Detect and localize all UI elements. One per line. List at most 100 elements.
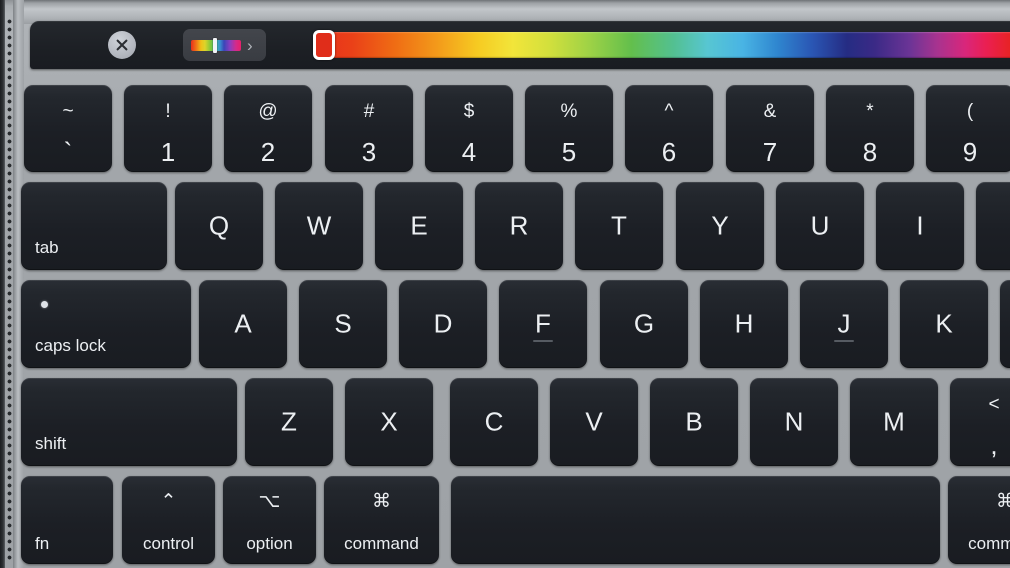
key-shift[interactable]: shift [21,378,237,466]
key-label: K [935,308,953,339]
key-label: 7 [762,137,778,167]
key-b[interactable]: B [650,378,738,466]
key-label: Z [281,406,297,437]
key-command-right[interactable]: ⌘ command [948,476,1010,564]
key-control[interactable]: ⌃ control [122,476,215,564]
key-j[interactable]: J [800,280,888,368]
key-label: T [611,210,627,241]
key-label: J [837,308,851,339]
key-tab[interactable]: tab [21,182,167,270]
key-shift-symbol: ^ [664,101,674,122]
key-label: 3 [361,137,377,167]
key-label: U [810,210,830,241]
key-7[interactable]: & 7 [726,85,814,172]
key-label: 5 [561,137,577,167]
key-f[interactable]: F [499,280,587,368]
key-label: 4 [461,137,477,167]
key-shift-symbol: % [560,101,578,122]
key-q[interactable]: Q [175,182,263,270]
key-d[interactable]: D [399,280,487,368]
key-4[interactable]: $4 [425,85,513,172]
key-label: 1 [160,137,176,167]
key-z[interactable]: Z [245,378,333,466]
key-9[interactable]: (9 [926,85,1010,172]
key-6[interactable]: ^ 6 [625,85,713,172]
key-1[interactable]: ! 1 [124,85,212,172]
key-option-left[interactable]: ⌥ option [223,476,316,564]
home-row-bump [834,340,854,342]
home-row-bump [533,340,553,342]
key-shift-symbol: ~ [62,101,74,122]
key-v[interactable]: V [550,378,638,466]
key-a[interactable]: A [199,280,287,368]
key-c[interactable]: C [450,378,538,466]
key-i[interactable]: I [876,182,964,270]
key-label: 9 [962,137,978,167]
key-shift-symbol: < [988,394,1000,415]
key-label: E [410,210,428,241]
key-label: V [585,406,603,437]
key-e[interactable]: E [375,182,463,270]
key-label: W [306,210,332,241]
key-label: 8 [862,137,878,167]
key-x[interactable]: X [345,378,433,466]
key-space[interactable] [451,476,940,564]
key-label: shift [35,434,67,453]
key-label: C [484,406,504,437]
key-8[interactable]: * 8 [826,85,914,172]
key-5[interactable]: % 5 [525,85,613,172]
key-comma[interactable]: <, [950,378,1010,466]
key-label: S [334,308,352,339]
key-y[interactable]: Y [676,182,764,270]
key-modifier-symbol: ⌥ [258,491,281,512]
key-modifier-symbol: ⌃ [160,491,177,512]
key-3[interactable]: #3 [325,85,413,172]
key-shift-symbol: * [866,101,874,122]
key-modifier-symbol: ⌘ [996,491,1010,512]
key-label: , [990,430,998,460]
key-label: X [380,406,398,437]
key-label: option [246,534,293,553]
caps-lock-indicator [41,301,48,308]
key-2[interactable]: @2 [224,85,312,172]
key-caps-lock[interactable]: caps lock [21,280,191,368]
key-t[interactable]: T [575,182,663,270]
key-h[interactable]: H [700,280,788,368]
key-k[interactable]: K [900,280,988,368]
key-label: N [784,406,804,437]
key-o[interactable]: O [976,182,1010,270]
key-label: 2 [260,137,276,167]
key-label: D [433,308,453,339]
key-label: R [509,210,529,241]
key-label: command [968,534,1010,553]
key-label: tab [35,238,59,257]
key-label: 6 [661,137,677,167]
key-label: Q [208,210,230,241]
key-fn[interactable]: fn [21,476,113,564]
key-l[interactable]: L [1000,280,1010,368]
key-shift-symbol: & [763,101,777,122]
key-grave[interactable]: ~ ` [24,85,112,172]
key-n[interactable]: N [750,378,838,466]
key-modifier-symbol: ⌘ [372,491,391,512]
key-shift-symbol: $ [463,101,475,122]
key-label: control [142,534,195,553]
key-u[interactable]: U [776,182,864,270]
key-g[interactable]: G [600,280,688,368]
key-shift-symbol: ( [966,101,974,122]
selected-color-swatch[interactable] [313,30,335,60]
key-w[interactable]: W [275,182,363,270]
key-s[interactable]: S [299,280,387,368]
key-label: H [734,308,754,339]
touch-bar-keyboard-screenshot: › ~`!1@2#3$4%5^6&7*8(9tabQWERTYUIOcaps l… [0,0,1010,568]
key-label: fn [35,534,50,553]
key-label: L [1000,309,1010,340]
key-m[interactable]: M [850,378,938,466]
key-label: B [685,406,703,437]
key-label: Y [711,210,729,241]
key-shift-symbol: # [363,101,375,122]
key-label: I [916,210,924,241]
key-r[interactable]: R [475,182,563,270]
key-command-left[interactable]: ⌘ command [324,476,439,564]
key-label: caps lock [35,336,106,355]
